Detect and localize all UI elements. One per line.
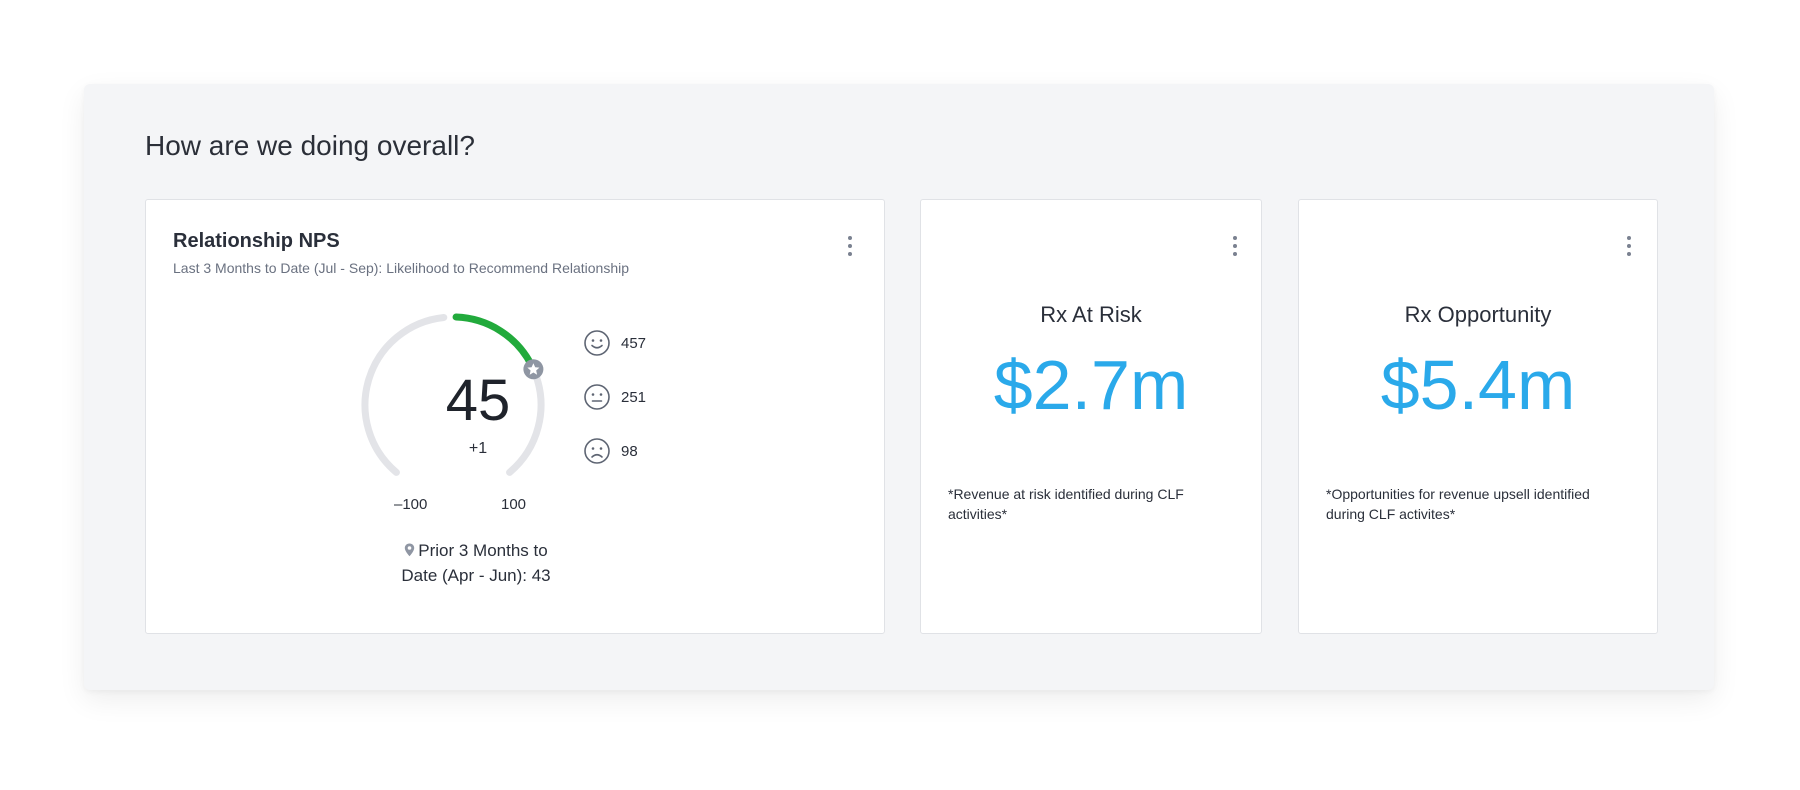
metric-label: Rx At Risk bbox=[1040, 302, 1142, 327]
promoters-count: 457 bbox=[583, 329, 646, 357]
nps-score: 45 bbox=[445, 368, 511, 433]
more-options-icon[interactable] bbox=[842, 236, 858, 264]
gauge-min-label: –100 bbox=[394, 496, 428, 513]
metric-footnote: *Opportunities for revenue upsell identi… bbox=[1326, 486, 1590, 522]
gauge-fill bbox=[452, 313, 535, 369]
card-title: Relationship NPS bbox=[173, 230, 340, 252]
section-title: How are we doing overall? bbox=[145, 130, 475, 161]
gauge-max-label: 100 bbox=[501, 496, 527, 513]
card-subtitle: Last 3 Months to Date (Jul - Sep): Likel… bbox=[173, 260, 630, 276]
smile-icon bbox=[584, 330, 610, 356]
rx-at-risk-card: Rx At Risk $2.7m *Revenue at risk identi… bbox=[920, 199, 1262, 634]
legend-value: 98 bbox=[621, 442, 638, 460]
rx-opportunity-card: Rx Opportunity $5.4m *Opportunities for … bbox=[1298, 199, 1658, 634]
prior-line-1: Prior 3 Months to bbox=[418, 541, 548, 560]
prior-line-2: Date (Apr - Jun): 43 bbox=[401, 566, 551, 585]
passives-count: 251 bbox=[583, 383, 646, 411]
legend-value: 457 bbox=[621, 334, 647, 352]
metric-label: Rx Opportunity bbox=[1404, 302, 1552, 327]
metric-footnote: *Revenue at risk identified during CLF a… bbox=[948, 486, 1184, 522]
metric-value: $2.7m bbox=[993, 346, 1189, 424]
overview-panel: How are we doing overall? Relationship N… bbox=[84, 84, 1714, 690]
frown-icon bbox=[584, 438, 610, 464]
more-options-icon[interactable] bbox=[1621, 236, 1637, 264]
relationship-nps-card: Relationship NPS Last 3 Months to Date (… bbox=[145, 199, 885, 634]
detractors-count: 98 bbox=[583, 437, 638, 465]
location-pin-icon bbox=[405, 543, 415, 557]
prior-period-note: Prior 3 Months to Date (Apr - Jun): 43 bbox=[351, 538, 601, 588]
nps-delta: +1 bbox=[468, 440, 488, 457]
legend-value: 251 bbox=[621, 388, 647, 406]
metric-value: $5.4m bbox=[1380, 346, 1576, 424]
neutral-face-icon bbox=[584, 384, 610, 410]
more-options-icon[interactable] bbox=[1227, 236, 1243, 264]
